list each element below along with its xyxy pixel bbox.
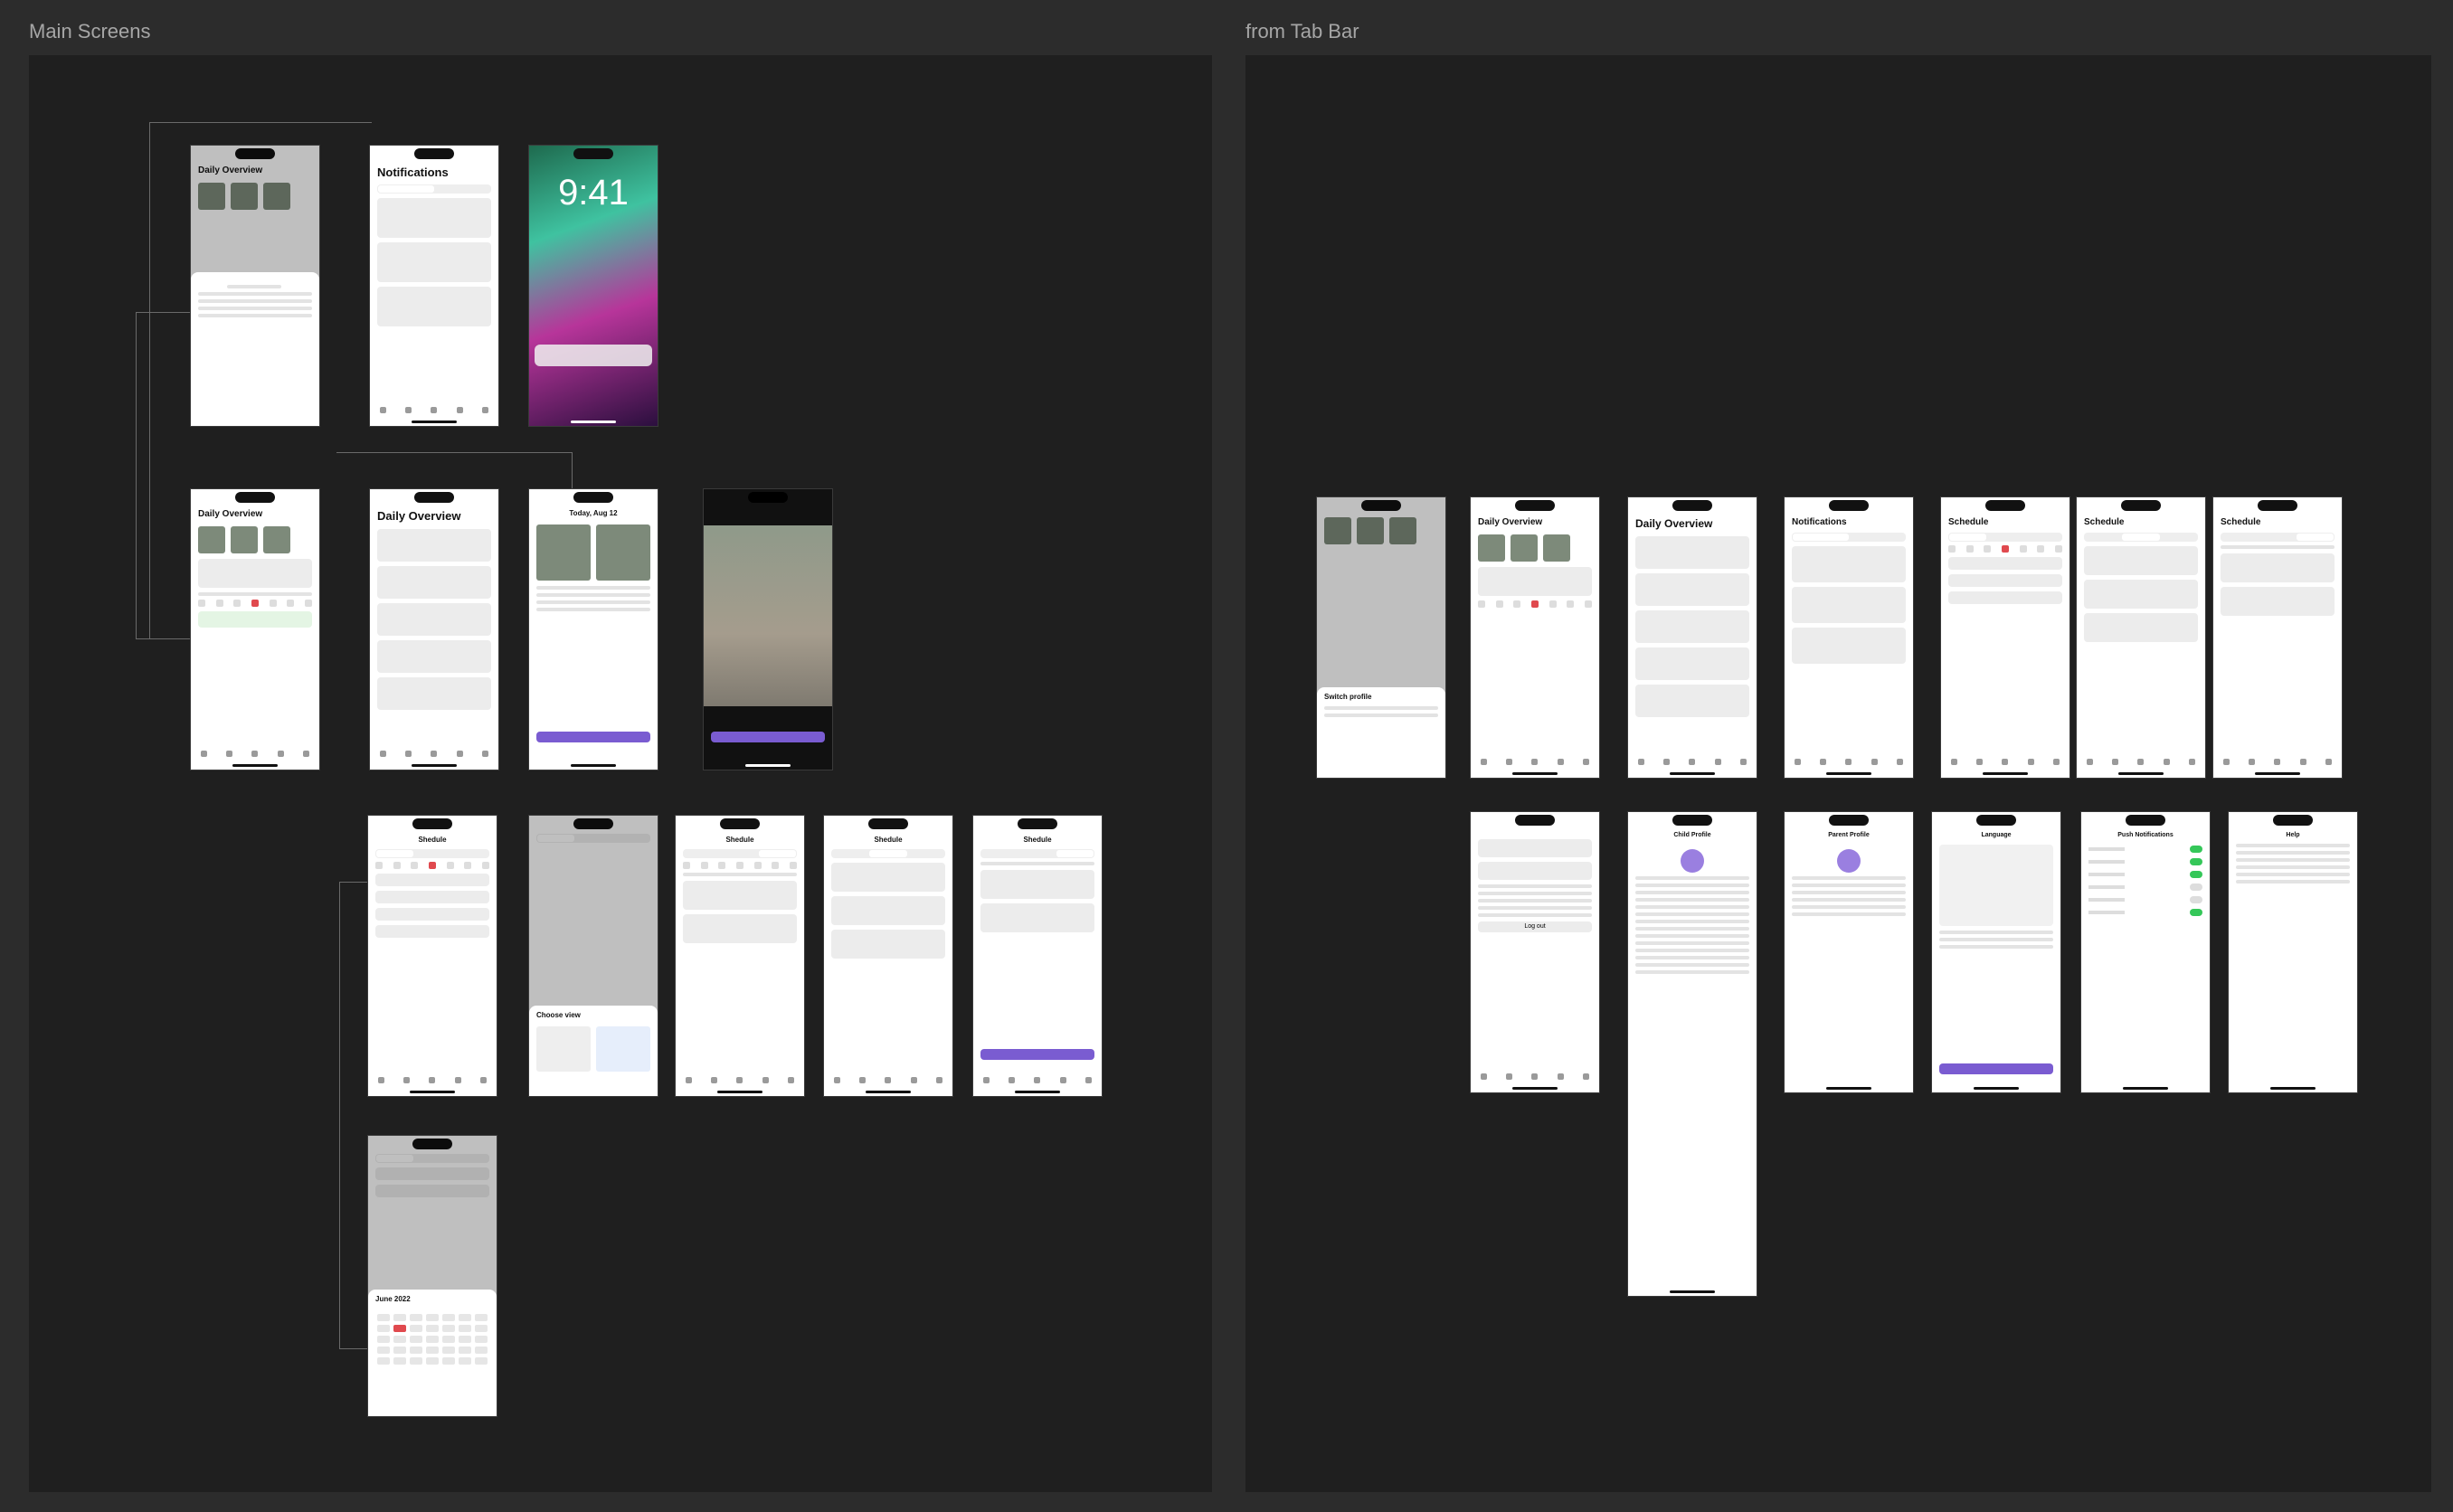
screen-tab-help[interactable]: Help xyxy=(2229,812,2357,1092)
sheet-title: Switch profile xyxy=(1324,693,1372,701)
screen-title: Shedule xyxy=(725,836,754,844)
screen-title: Today, Aug 12 xyxy=(569,509,618,517)
screen-schedule-calendar[interactable]: June 2022 xyxy=(368,1136,497,1416)
screen-title: Notifications xyxy=(1792,517,1847,527)
screen-schedule-events-sync[interactable]: Shedule xyxy=(973,816,1102,1096)
screen-lock[interactable]: 9:41 xyxy=(529,146,658,426)
screen-title: Schedule xyxy=(1948,517,1989,527)
screen-tab-push-notifications[interactable]: Push Notifications xyxy=(2081,812,2210,1092)
screen-tab-settings[interactable]: Log out xyxy=(1471,812,1599,1092)
screen-schedule-events[interactable]: Shedule xyxy=(676,816,804,1096)
screen-schedule-menu[interactable]: Shedule xyxy=(824,816,952,1096)
screen-title: Language xyxy=(1981,832,2012,838)
calendar-month: June 2022 xyxy=(375,1295,411,1303)
screen-tab-home[interactable]: Daily Overview xyxy=(1471,497,1599,778)
prototype-connector xyxy=(336,452,573,489)
screen-title: Daily Overview xyxy=(1635,517,1713,530)
screen-title: Shedule xyxy=(1023,836,1052,844)
screen-title: Help xyxy=(2286,832,2300,838)
screen-title: Daily Overview xyxy=(1478,517,1543,527)
screen-title: Child Profile xyxy=(1673,832,1711,838)
screen-title: Parent Profile xyxy=(1828,832,1870,838)
screen-daily-overview[interactable]: Daily Overview xyxy=(370,489,498,770)
screen-title: Daily Overview xyxy=(198,509,263,519)
screen-tab-child-profile[interactable]: Child Profile xyxy=(1628,812,1757,1296)
screen-title: Schedule xyxy=(2221,517,2261,527)
screen-tab-language[interactable]: Language xyxy=(1932,812,2060,1092)
screen-tab-schedule-day[interactable]: Schedule xyxy=(1941,497,2069,778)
screen-home-dont-forget[interactable]: Daily Overview xyxy=(191,146,319,426)
screen-notifications[interactable]: Notifications xyxy=(370,146,498,426)
section-label-main-screens: Main Screens xyxy=(29,20,151,43)
screen-title: Shedule xyxy=(874,836,903,844)
screen-schedule-choose-view[interactable]: Choose view xyxy=(529,816,658,1096)
log-out-button[interactable]: Log out xyxy=(1478,921,1592,932)
prototype-connector xyxy=(136,312,191,639)
screen-title: Notifications xyxy=(377,165,449,179)
section-label-from-tab-bar: from Tab Bar xyxy=(1245,20,1359,43)
screen-tab-schedule-events[interactable]: Schedule xyxy=(2213,497,2342,778)
screen-title: Schedule xyxy=(2084,517,2125,527)
screen-tab-notifications[interactable]: Notifications xyxy=(1785,497,1913,778)
lock-notification[interactable] xyxy=(535,345,652,366)
screen-title: Daily Overview xyxy=(377,509,461,523)
sheet-title: Choose view xyxy=(536,1011,581,1019)
screen-today-detail[interactable]: Today, Aug 12 xyxy=(529,489,658,770)
avatar xyxy=(1681,849,1704,873)
screen-title: Shedule xyxy=(418,836,447,844)
screen-tab-schedule-menu[interactable]: Schedule xyxy=(2077,497,2205,778)
screen-title: Push Notifications xyxy=(2117,832,2174,838)
screen-tab-parent-profile[interactable]: Parent Profile xyxy=(1785,812,1913,1092)
screen-tab-daily-overview[interactable]: Daily Overview xyxy=(1628,497,1757,778)
screen-tab-home-switch[interactable]: Switch profile xyxy=(1317,497,1445,778)
avatar xyxy=(1837,849,1861,873)
prototype-connector xyxy=(339,882,367,1349)
screen-schedule-day[interactable]: Shedule xyxy=(368,816,497,1096)
photo xyxy=(704,525,832,706)
lock-clock: 9:41 xyxy=(558,173,629,213)
screen-title: Daily Overview xyxy=(198,165,263,175)
screen-home[interactable]: Daily Overview xyxy=(191,489,319,770)
screen-photo-viewer[interactable]: 1 of 2 xyxy=(704,489,832,770)
